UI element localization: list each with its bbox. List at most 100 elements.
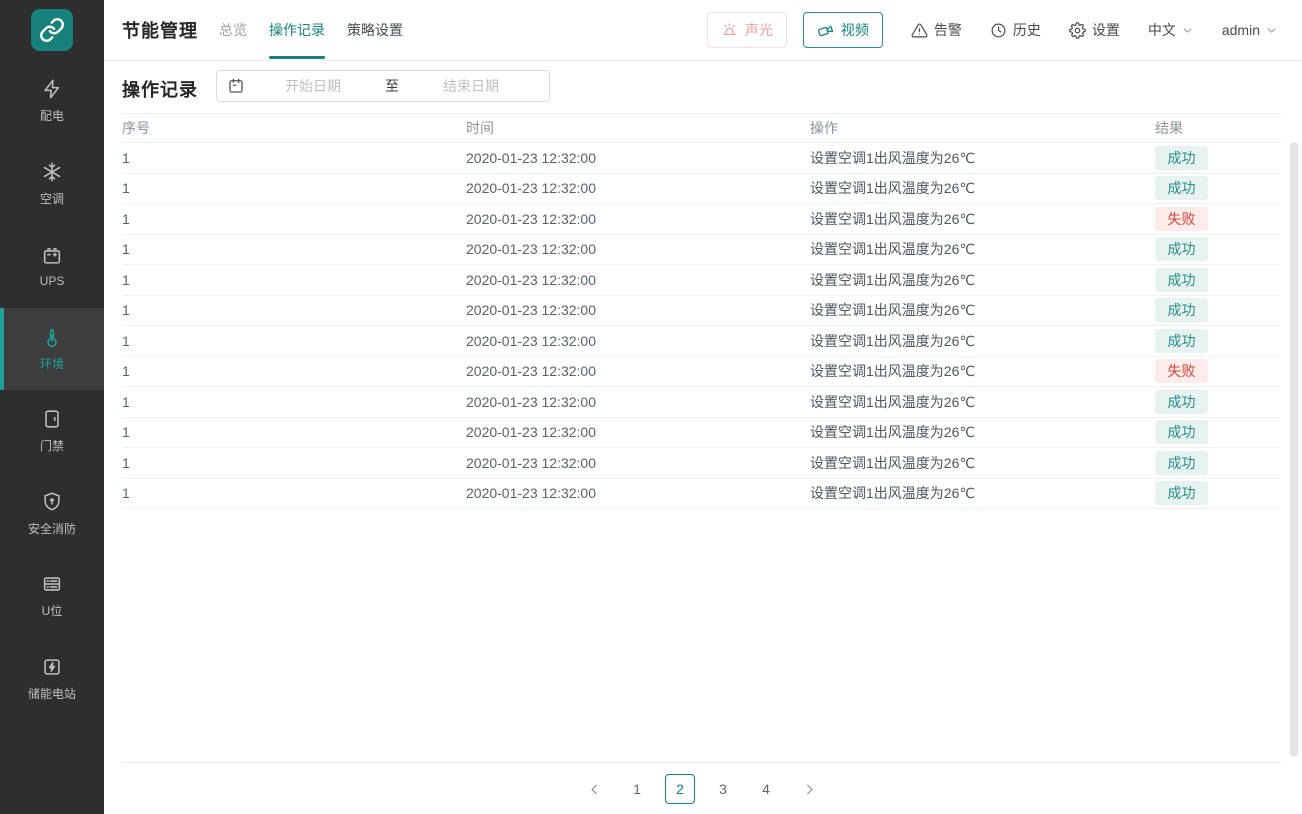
cell-operation: 设置空调1出风温度为26℃ — [810, 300, 1155, 320]
status-badge: 成功 — [1155, 237, 1208, 261]
alarm-link[interactable]: 告警 — [911, 20, 962, 40]
pagination-right-button[interactable] — [794, 774, 824, 804]
battery-bolt-icon — [41, 656, 63, 678]
cell-time: 2020-01-23 12:32:00 — [466, 394, 810, 410]
sidebar-item-huanjing[interactable]: 环境 — [0, 308, 104, 391]
tab-records[interactable]: 操作记录 — [258, 0, 336, 60]
section-title: 操作记录 — [122, 76, 198, 102]
video-button[interactable]: 视频 — [803, 12, 883, 48]
status-badge: 成功 — [1155, 268, 1208, 292]
cell-time: 2020-01-23 12:32:00 — [466, 333, 810, 349]
pagination-page-4[interactable]: 4 — [751, 774, 781, 804]
table-row: 12020-01-23 12:32:00设置空调1出风温度为26℃成功 — [122, 326, 1281, 357]
alarm-label: 告警 — [934, 20, 962, 40]
snowflake-icon — [41, 161, 63, 183]
chevron-down-icon — [1265, 24, 1278, 37]
sidebar-item-menjin[interactable]: 门禁 — [0, 390, 104, 473]
cell-no: 1 — [122, 424, 466, 440]
pagination-page-2[interactable]: 2 — [665, 774, 695, 804]
sound-light-button[interactable]: 声光 — [707, 12, 787, 48]
cell-result: 成功 — [1155, 298, 1281, 322]
shield-icon — [41, 491, 63, 513]
warning-triangle-icon — [911, 22, 928, 39]
chevron-right-icon — [801, 781, 818, 798]
cell-time: 2020-01-23 12:32:00 — [466, 363, 810, 379]
date-range-picker[interactable]: 开始日期 至 结束日期 — [216, 70, 550, 102]
cell-no: 1 — [122, 333, 466, 349]
status-badge: 失败 — [1155, 359, 1208, 383]
cell-operation: 设置空调1出风温度为26℃ — [810, 483, 1155, 503]
cell-no: 1 — [122, 241, 466, 257]
cell-no: 1 — [122, 180, 466, 196]
chevron-down-icon — [1181, 24, 1194, 37]
cell-operation: 设置空调1出风温度为26℃ — [810, 178, 1155, 198]
cell-time: 2020-01-23 12:32:00 — [466, 211, 810, 227]
video-label: 视频 — [841, 20, 869, 40]
sidebar-item-chuneng[interactable]: 储能电站 — [0, 638, 104, 721]
pagination: 1234 — [122, 774, 1281, 804]
pagination-left-button[interactable] — [579, 774, 609, 804]
cell-no: 1 — [122, 455, 466, 471]
pagination-page-3[interactable]: 3 — [708, 774, 738, 804]
settings-link[interactable]: 设置 — [1069, 20, 1120, 40]
sidebar-item-kongtiao[interactable]: 空调 — [0, 143, 104, 226]
status-badge: 成功 — [1155, 451, 1208, 475]
history-label: 历史 — [1013, 20, 1041, 40]
cell-time: 2020-01-23 12:32:00 — [466, 485, 810, 501]
door-icon — [41, 408, 63, 430]
user-label: admin — [1222, 22, 1260, 38]
language-dropdown[interactable]: 中文 — [1148, 20, 1194, 40]
table-header-row: 序号时间操作结果 — [122, 113, 1281, 143]
pagination-page-1[interactable]: 1 — [622, 774, 652, 804]
status-badge: 成功 — [1155, 329, 1208, 353]
gear-icon — [1069, 22, 1086, 39]
header-tabs: 总览操作记录策略设置 — [208, 0, 414, 60]
sidebar-item-ups[interactable]: UPS — [0, 225, 104, 308]
video-camera-icon — [817, 22, 834, 39]
tab-overview[interactable]: 总览 — [208, 0, 258, 60]
link-logo-icon — [39, 17, 65, 43]
column-header: 序号 — [122, 118, 466, 138]
sound-light-label: 声光 — [745, 20, 773, 40]
tab-strategy[interactable]: 策略设置 — [336, 0, 414, 60]
table-row: 12020-01-23 12:32:00设置空调1出风温度为26℃成功 — [122, 448, 1281, 479]
calendar-icon — [227, 77, 245, 95]
cell-result: 成功 — [1155, 451, 1281, 475]
user-dropdown[interactable]: admin — [1222, 22, 1278, 38]
cell-operation: 设置空调1出风温度为26℃ — [810, 392, 1155, 412]
cell-result: 成功 — [1155, 268, 1281, 292]
cell-operation: 设置空调1出风温度为26℃ — [810, 331, 1155, 351]
cell-result: 失败 — [1155, 359, 1281, 383]
table-row: 12020-01-23 12:32:00设置空调1出风温度为26℃成功 — [122, 479, 1281, 510]
main-content: 操作记录 开始日期 至 结束日期 序号时间操作结果 12020-01-23 12… — [104, 61, 1302, 814]
cell-result: 成功 — [1155, 390, 1281, 414]
sidebar-item-label: 安全消防 — [28, 520, 76, 537]
sidebar-item-peidian[interactable]: 配电 — [0, 60, 104, 143]
pagination-divider — [122, 762, 1281, 763]
sidebar-item-uwei[interactable]: U位 — [0, 555, 104, 638]
cell-operation: 设置空调1出风温度为26℃ — [810, 453, 1155, 473]
language-label: 中文 — [1148, 20, 1176, 40]
sidebar-item-label: 门禁 — [40, 437, 64, 454]
vertical-scrollbar[interactable] — [1290, 142, 1298, 757]
cell-time: 2020-01-23 12:32:00 — [466, 302, 810, 318]
cell-result: 成功 — [1155, 329, 1281, 353]
sidebar: 配电空调UPS环境门禁安全消防 U位储能电站 — [0, 0, 104, 814]
sidebar-item-label: U位 — [42, 602, 63, 619]
column-header: 结果 — [1155, 118, 1281, 138]
cell-time: 2020-01-23 12:32:00 — [466, 150, 810, 166]
app-logo[interactable] — [31, 9, 73, 51]
end-date-input[interactable]: 结束日期 — [403, 76, 539, 96]
column-header: 操作 — [810, 118, 1155, 138]
cell-time: 2020-01-23 12:32:00 — [466, 241, 810, 257]
rack-icon — [41, 573, 63, 595]
sidebar-item-xiaofang[interactable]: 安全消防 — [0, 473, 104, 556]
cell-result: 成功 — [1155, 481, 1281, 505]
start-date-input[interactable]: 开始日期 — [245, 76, 381, 96]
table-row: 12020-01-23 12:32:00设置空调1出风温度为26℃成功 — [122, 265, 1281, 296]
lightning-icon — [41, 78, 63, 100]
cell-operation: 设置空调1出风温度为26℃ — [810, 270, 1155, 290]
operation-records-table: 序号时间操作结果 12020-01-23 12:32:00设置空调1出风温度为2… — [122, 113, 1281, 509]
history-link[interactable]: 历史 — [990, 20, 1041, 40]
table-row: 12020-01-23 12:32:00设置空调1出风温度为26℃成功 — [122, 174, 1281, 205]
